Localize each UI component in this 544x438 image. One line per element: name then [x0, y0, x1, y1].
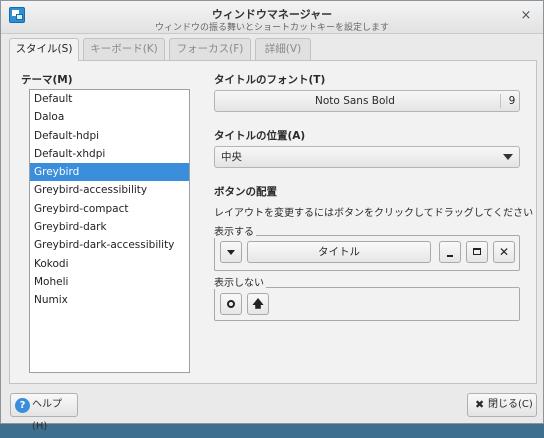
- tab-focus[interactable]: フォーカス(F): [169, 38, 251, 60]
- theme-item[interactable]: Default-hdpi: [30, 127, 189, 145]
- title-font-button[interactable]: Noto Sans Bold 9: [214, 90, 520, 112]
- close-icon: ✖: [475, 398, 485, 411]
- tab-style[interactable]: スタイル(S): [9, 38, 79, 61]
- button-layout-label: ボタンの配置: [214, 186, 277, 198]
- maximize-icon: [473, 248, 481, 255]
- help-button-label: ヘルプ(H): [32, 399, 62, 432]
- stick-icon: [227, 300, 235, 308]
- menu-arrow-icon: [227, 250, 235, 255]
- font-size-separator: [500, 94, 501, 108]
- theme-item[interactable]: Moheli: [30, 273, 189, 291]
- chevron-down-icon: [503, 154, 513, 160]
- close-button-item[interactable]: ✕: [493, 241, 515, 263]
- theme-item[interactable]: Greybird-dark-accessibility: [30, 236, 189, 254]
- theme-list[interactable]: Default Daloa Default-hdpi Default-xhdpi…: [29, 89, 190, 373]
- close-button[interactable]: ✖ 閉じる(C): [467, 393, 537, 417]
- title-font-label: タイトルのフォント(T): [214, 74, 326, 86]
- shown-buttons-label: 表示する: [214, 223, 256, 238]
- shade-button[interactable]: 🡅: [247, 293, 269, 315]
- minimize-icon: [447, 255, 453, 257]
- title-position-select[interactable]: 中央: [214, 146, 520, 168]
- theme-item[interactable]: Numix: [30, 291, 189, 309]
- minimize-button[interactable]: [439, 241, 461, 263]
- theme-item[interactable]: Greybird: [30, 163, 189, 182]
- window-menu-button[interactable]: [220, 241, 242, 263]
- stick-button[interactable]: [220, 293, 242, 315]
- title-placeholder-button[interactable]: タイトル: [247, 241, 431, 263]
- theme-item[interactable]: Greybird-compact: [30, 200, 189, 218]
- title-position-label: タイトルの位置(A): [214, 130, 306, 142]
- tab-advanced[interactable]: 詳細(V): [255, 38, 311, 60]
- title-bar[interactable]: ウィンドウマネージャー ウィンドウの振る舞いとショートカットキーを設定します ×: [1, 1, 543, 34]
- font-size: 9: [508, 95, 516, 107]
- close-button-label: 閉じる(C): [488, 399, 533, 410]
- title-position-value: 中央: [221, 151, 242, 163]
- theme-item[interactable]: Daloa: [30, 108, 189, 126]
- theme-item[interactable]: Default: [30, 90, 189, 108]
- close-window-icon[interactable]: ×: [519, 9, 533, 23]
- maximize-button[interactable]: [466, 241, 488, 263]
- window-subtitle: ウィンドウの振る舞いとショートカットキーを設定します: [154, 23, 389, 33]
- button-layout-help: レイアウトを変更するにはボタンをクリックしてドラッグしてください: [214, 208, 534, 219]
- theme-item[interactable]: Default-xhdpi: [30, 145, 189, 163]
- theme-item[interactable]: Greybird-accessibility: [30, 181, 189, 199]
- theme-item[interactable]: Greybird-dark: [30, 218, 189, 236]
- window-manager-dialog: ウィンドウマネージャー ウィンドウの振る舞いとショートカットキーを設定します ×…: [0, 0, 544, 432]
- tab-keyboard[interactable]: キーボード(K): [83, 38, 165, 60]
- theme-label: テーマ(M): [21, 74, 73, 86]
- font-name: Noto Sans Bold: [315, 95, 395, 107]
- theme-item[interactable]: Kokodi: [30, 255, 189, 273]
- hidden-buttons-label: 表示しない: [214, 274, 266, 289]
- help-icon: ?: [15, 398, 30, 413]
- help-button[interactable]: ? ヘルプ(H): [10, 393, 78, 432]
